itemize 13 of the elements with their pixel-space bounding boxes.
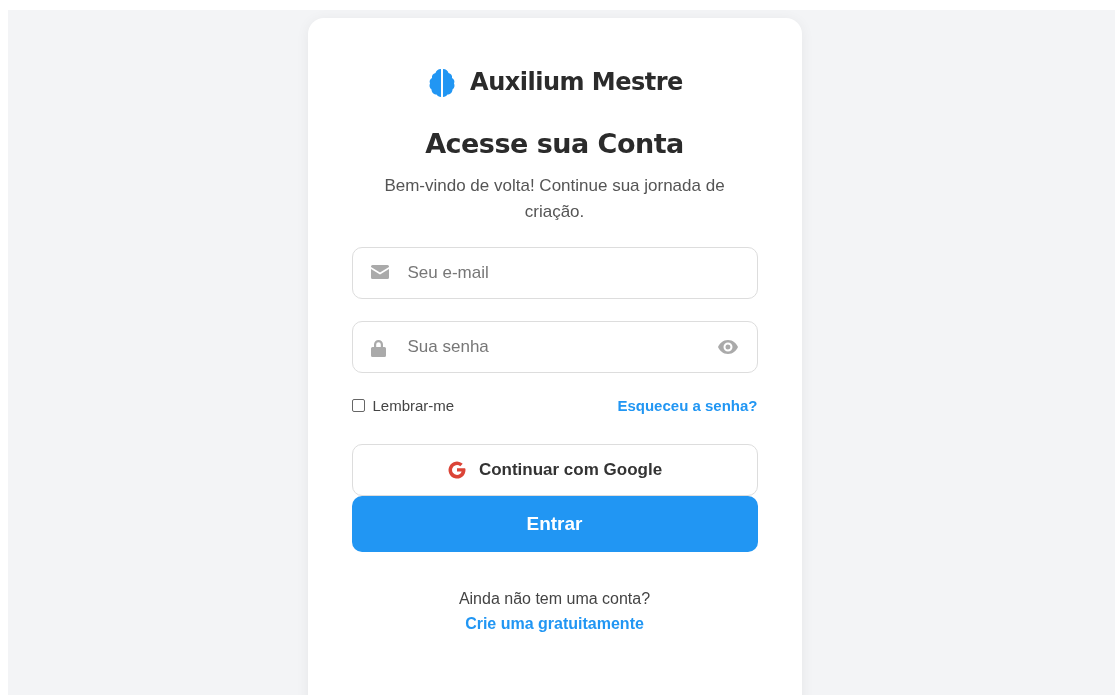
google-icon (446, 460, 467, 480)
email-field[interactable]: Seu e-mail (351, 247, 758, 299)
remember-label: Lembrar-me (372, 397, 455, 414)
heading: Acesse sua Conta (424, 128, 685, 159)
forgot-password-link[interactable]: Esqueceu a senha? (617, 397, 758, 414)
login-button[interactable]: Entrar (351, 496, 758, 552)
password-field[interactable]: Sua senha (351, 321, 758, 373)
google-button[interactable]: Continuar com Google (351, 444, 758, 496)
signup-prompt: Ainda não tem uma conta? (458, 590, 651, 607)
brand-name: Auxilium Mestre (470, 68, 683, 96)
remember-checkbox[interactable] (351, 399, 365, 412)
subtitle: Bem-vindo de volta! Continue sua jornada de criação. (383, 175, 726, 223)
signup-link[interactable]: Crie uma gratuitamente (465, 615, 644, 632)
